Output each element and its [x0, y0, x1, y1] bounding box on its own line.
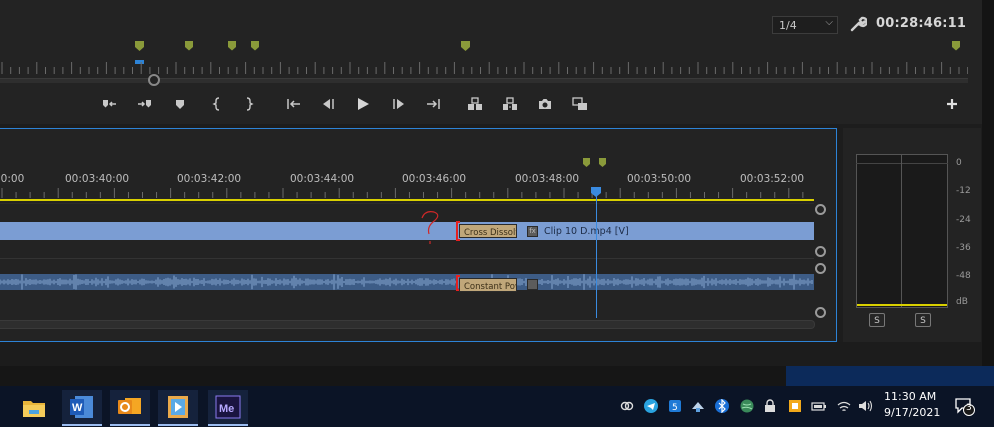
mark-in-bracket-button[interactable] [208, 95, 226, 113]
resolution-select[interactable]: 1/4 ⌵ [772, 16, 838, 34]
shield-s-icon[interactable]: 5 [667, 398, 683, 414]
marker-icon [135, 41, 144, 51]
track-height-handle[interactable] [815, 246, 826, 257]
db-label: -36 [956, 243, 971, 253]
marker-icon [952, 41, 960, 51]
office-tray-icon[interactable] [787, 398, 803, 414]
media-encoder-letters: Me [219, 403, 234, 415]
work-area-bar[interactable] [0, 199, 814, 201]
timecode-label: 00:03:50:00 [627, 173, 692, 185]
step-back-button[interactable] [319, 95, 337, 113]
chevron-down-icon: ⌵ [825, 17, 833, 28]
outlook-icon[interactable] [110, 390, 150, 426]
solo-right-button[interactable]: S [915, 313, 931, 327]
playhead-line[interactable] [596, 196, 597, 318]
timeline-scrollbar[interactable] [0, 320, 815, 329]
network-tool-icon[interactable] [690, 398, 706, 414]
marker-icon [599, 158, 606, 167]
notification-count: 3 [966, 403, 972, 413]
zoom-scrollbar[interactable] [0, 78, 968, 83]
zoom-handle[interactable] [148, 74, 160, 86]
camera-button[interactable] [536, 95, 554, 113]
question-mark-annotation [421, 211, 439, 244]
bluetooth-icon[interactable] [714, 398, 730, 414]
meter-level-bar [857, 304, 947, 306]
timeline-markers [583, 158, 606, 167]
svg-text:5: 5 [672, 403, 678, 413]
battery-icon[interactable] [811, 398, 827, 414]
file-explorer-icon[interactable] [14, 390, 54, 426]
db-unit-label: dB [956, 297, 968, 307]
scroll-end-handle[interactable] [815, 307, 826, 318]
clock-time[interactable]: 11:30 AM [884, 390, 936, 403]
playhead-timecode[interactable]: 00:28:46:11 [876, 16, 966, 31]
audio-waveform [0, 274, 813, 290]
mark-out-bracket-button[interactable] [240, 95, 258, 113]
video-player-icon[interactable] [158, 390, 198, 426]
lock-icon[interactable] [762, 398, 778, 414]
extract-button[interactable] [501, 95, 519, 113]
marker-icon [461, 41, 470, 51]
go-to-out-button[interactable] [424, 95, 442, 113]
timecode-label: 00:03:48:00 [515, 173, 580, 185]
mark-out-button[interactable] [136, 95, 154, 113]
db-label: -12 [956, 186, 971, 196]
cross-dissolve-transition[interactable]: Cross Dissolv [459, 224, 517, 238]
fx-badge-icon: fx [527, 226, 538, 237]
globe-icon[interactable] [739, 398, 755, 414]
clock-date[interactable]: 9/17/2021 [884, 406, 940, 419]
volume-icon[interactable] [857, 398, 873, 414]
mini-ruler [1, 62, 968, 74]
audio-meter [856, 154, 948, 308]
mark-in-button[interactable] [101, 95, 119, 113]
marker-icon [251, 41, 259, 51]
marker-icon [228, 41, 236, 51]
db-label: -48 [956, 271, 971, 281]
play-button[interactable] [354, 95, 372, 113]
wrench-icon[interactable] [849, 15, 869, 33]
lift-button[interactable] [466, 95, 484, 113]
db-label: 0 [956, 158, 962, 168]
telegram-icon[interactable] [643, 398, 659, 414]
panel-footer [0, 342, 982, 366]
media-encoder-icon[interactable]: Me [208, 390, 248, 426]
resolution-value: 1/4 [779, 19, 797, 32]
add-marker-button[interactable] [171, 95, 189, 113]
timeline-ruler[interactable] [0, 188, 814, 198]
video-clip-label: Clip 10 D.mp4 [V] [544, 226, 629, 237]
link-icon[interactable] [619, 398, 635, 414]
video-clip[interactable] [0, 222, 814, 240]
db-label: -24 [956, 215, 971, 225]
solo-left-button[interactable]: S [869, 313, 885, 327]
meter-peak-line [856, 163, 948, 164]
timecode-label: 00:03:40:00 [65, 173, 130, 185]
timecode-label: 00:03:42:00 [177, 173, 242, 185]
monitor-markers [135, 41, 960, 64]
window-edge [982, 0, 994, 390]
desktop-background [786, 366, 994, 386]
track-height-handle[interactable] [815, 263, 826, 274]
wifi-icon[interactable] [836, 398, 852, 414]
playhead-handle-icon[interactable] [590, 187, 602, 197]
marker-icon [583, 158, 590, 167]
track-divider [0, 203, 814, 204]
timecode-label: 00:03:46:00 [402, 173, 467, 185]
word-icon[interactable]: W [62, 390, 102, 426]
fx-badge-icon [527, 279, 538, 290]
notification-center-button[interactable]: 3 [954, 396, 976, 416]
timecode-label: 00:03:44:00 [290, 173, 355, 185]
track-height-handle[interactable] [815, 204, 826, 215]
step-forward-button[interactable] [390, 95, 408, 113]
timecode-label: 00:03:52:00 [740, 173, 805, 185]
go-to-in-button[interactable] [285, 95, 303, 113]
timecode-label: 00:00 [0, 173, 25, 185]
meter-channel-divider [901, 154, 902, 308]
marker-icon [185, 41, 193, 51]
track-divider [0, 258, 814, 259]
add-button-icon[interactable] [944, 96, 960, 112]
word-letter: W [72, 402, 83, 414]
constant-power-transition[interactable]: Constant Pow [459, 278, 517, 292]
compare-view-button[interactable] [571, 95, 589, 113]
